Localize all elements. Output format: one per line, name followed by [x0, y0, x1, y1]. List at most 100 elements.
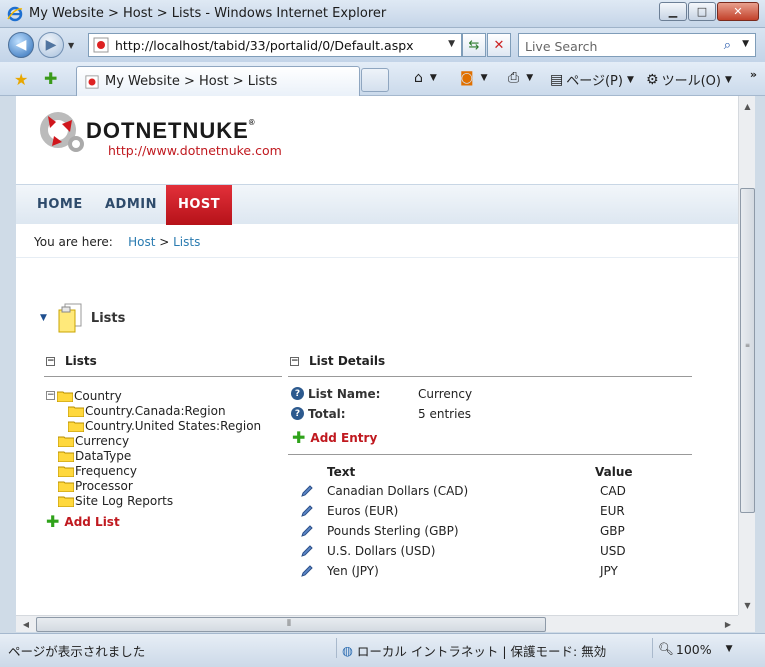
favorites-star-icon[interactable]: ★ — [14, 70, 28, 89]
navigation-bar: ◀ ▶ ▼ http://localhost/tabid/33/portalid… — [0, 28, 765, 62]
tree-item-label: Processor — [75, 478, 133, 493]
home-icon: ⌂ — [414, 70, 423, 86]
dotnetnuke-logo-icon[interactable] — [34, 102, 90, 158]
feeds-button[interactable]: ◙ ▼ — [460, 70, 488, 86]
refresh-button[interactable]: ⇆ — [462, 33, 486, 57]
forward-arrow-icon: ▶ — [45, 37, 57, 53]
tree-item-processor[interactable]: Processor — [58, 478, 133, 493]
add-icon: ✚ — [46, 512, 60, 531]
print-button[interactable]: ⎙ ▼ — [508, 70, 533, 86]
search-box[interactable]: Live Search ⌕ ▼ — [518, 33, 756, 57]
menu-item-admin[interactable]: ADMIN — [105, 197, 157, 212]
tree-item-label: Site Log Reports — [75, 493, 174, 508]
column-header-text: Text — [327, 465, 356, 479]
lists-section-divider — [44, 376, 282, 377]
page-viewport: DOTNETNUKE® http://www.dotnetnuke.com HO… — [16, 96, 738, 615]
add-favorites-icon[interactable]: ✚ — [44, 69, 57, 88]
vertical-scroll-thumb[interactable]: ≡ — [740, 188, 755, 513]
collapse-module-icon[interactable]: ▼ — [40, 313, 47, 323]
help-icon[interactable]: ? — [291, 387, 304, 400]
site-menu: HOME ADMIN HOST — [16, 184, 738, 225]
list-name-row: ? List Name: Currency — [291, 387, 472, 401]
tree-item-site-log-reports[interactable]: Site Log Reports — [58, 493, 173, 508]
details-section-header: − List Details — [290, 354, 385, 368]
module-title-label: Lists — [90, 310, 126, 326]
new-tab-button[interactable] — [361, 68, 389, 92]
status-separator — [652, 638, 653, 658]
add-list-label: Add List — [64, 514, 120, 529]
maximize-button[interactable]: □ — [688, 2, 716, 21]
status-bar: ページが表示されました ◍ ローカル イントラネット | 保護モード: 無効 🔍… — [0, 633, 765, 667]
print-dropdown-icon[interactable]: ▼ — [526, 73, 533, 83]
zoom-control[interactable]: 🔍︎ 100% ▼ — [658, 641, 733, 657]
scroll-left-arrow-icon[interactable]: ◀ — [18, 616, 34, 633]
browser-tab[interactable]: My Website > Host > Lists — [76, 66, 360, 96]
edit-pencil-icon[interactable] — [300, 504, 314, 518]
recent-pages-dropdown-icon[interactable]: ▼ — [68, 41, 74, 50]
address-bar[interactable]: http://localhost/tabid/33/portalid/0/Def… — [88, 33, 462, 57]
feeds-dropdown-icon[interactable]: ▼ — [481, 73, 488, 83]
breadcrumb-separator: > — [159, 235, 170, 249]
edit-pencil-icon[interactable] — [300, 524, 314, 538]
tree-item-datatype[interactable]: DataType — [58, 448, 131, 463]
stop-button[interactable]: ✕ — [487, 33, 511, 57]
collapse-details-section-icon[interactable]: − — [290, 356, 299, 366]
page-favicon-icon — [93, 37, 109, 53]
horizontal-scrollbar[interactable]: ◀ ⦀ ▶ — [16, 615, 738, 632]
list-name-value: Currency — [418, 387, 473, 401]
search-icon[interactable]: ⌕ — [724, 38, 731, 53]
address-dropdown-icon[interactable]: ▼ — [448, 39, 455, 49]
details-section-title: List Details — [309, 354, 386, 368]
search-input[interactable]: Live Search — [525, 39, 597, 54]
breadcrumb-host-link[interactable]: Host — [128, 235, 155, 249]
table-row: Canadian Dollars (CAD) CAD — [296, 483, 646, 503]
edit-pencil-icon[interactable] — [300, 544, 314, 558]
logo-url-link[interactable]: http://www.dotnetnuke.com — [108, 143, 282, 158]
address-url[interactable]: http://localhost/tabid/33/portalid/0/Def… — [115, 38, 414, 53]
status-separator — [336, 638, 337, 658]
back-button[interactable]: ◀ — [8, 32, 34, 58]
menu-item-host[interactable]: HOST — [166, 185, 233, 225]
tree-item-label: Country — [74, 388, 122, 403]
entry-value: JPY — [600, 564, 618, 578]
scroll-down-arrow-icon[interactable]: ▼ — [739, 597, 756, 613]
entry-value: CAD — [600, 484, 626, 498]
minimize-button[interactable]: ▁ — [659, 2, 687, 21]
zoom-dropdown-icon[interactable]: ▼ — [726, 644, 733, 654]
scroll-grip-icon: ⦀ — [287, 619, 291, 629]
more-commands-chevron-icon[interactable]: » — [750, 68, 757, 81]
title-bar: My Website > Host > Lists - Windows Inte… — [0, 0, 765, 28]
page-menu[interactable]: ▤ ページ(P) ▼ — [550, 70, 634, 90]
tree-item-country[interactable]: − Country — [46, 388, 122, 403]
tree-item-country-canada-region[interactable]: Country.Canada:Region — [68, 403, 226, 418]
tree-item-frequency[interactable]: Frequency — [58, 463, 137, 478]
tree-item-label: Country.United States:Region — [85, 418, 262, 433]
breadcrumb-lists-link[interactable]: Lists — [173, 235, 200, 249]
tab-label: My Website > Host > Lists — [105, 74, 278, 89]
help-icon[interactable]: ? — [291, 407, 304, 420]
home-dropdown-icon[interactable]: ▼ — [430, 73, 437, 83]
collapse-lists-section-icon[interactable]: − — [46, 356, 55, 366]
tree-collapse-icon[interactable]: − — [46, 391, 55, 400]
security-zone[interactable]: ◍ ローカル イントラネット | 保護モード: 無効 — [342, 641, 606, 660]
scroll-right-arrow-icon[interactable]: ▶ — [720, 616, 736, 633]
close-window-button[interactable]: ✕ — [717, 2, 759, 21]
forward-button[interactable]: ▶ — [38, 32, 64, 58]
add-entry-button[interactable]: ✚ Add Entry — [292, 428, 377, 447]
horizontal-scroll-thumb[interactable]: ⦀ — [36, 617, 546, 632]
tree-item-currency[interactable]: Currency — [58, 433, 129, 448]
home-button[interactable]: ⌂ ▼ — [414, 70, 437, 86]
divider — [16, 257, 738, 258]
edit-pencil-icon[interactable] — [300, 564, 314, 578]
folder-icon — [58, 481, 74, 492]
total-label: Total: — [308, 407, 346, 421]
add-list-button[interactable]: ✚ Add List — [46, 512, 120, 531]
search-options-dropdown-icon[interactable]: ▼ — [742, 39, 749, 49]
vertical-scrollbar[interactable]: ▲ ≡ ▼ — [738, 96, 755, 615]
edit-pencil-icon[interactable] — [300, 484, 314, 498]
scroll-up-arrow-icon[interactable]: ▲ — [739, 98, 756, 114]
tools-menu[interactable]: ⚙ ツール(O) ▼ — [646, 70, 732, 90]
menu-item-home[interactable]: HOME — [37, 197, 83, 212]
tree-item-country-us-region[interactable]: Country.United States:Region — [68, 418, 261, 433]
window-title: My Website > Host > Lists - Windows Inte… — [29, 6, 387, 21]
